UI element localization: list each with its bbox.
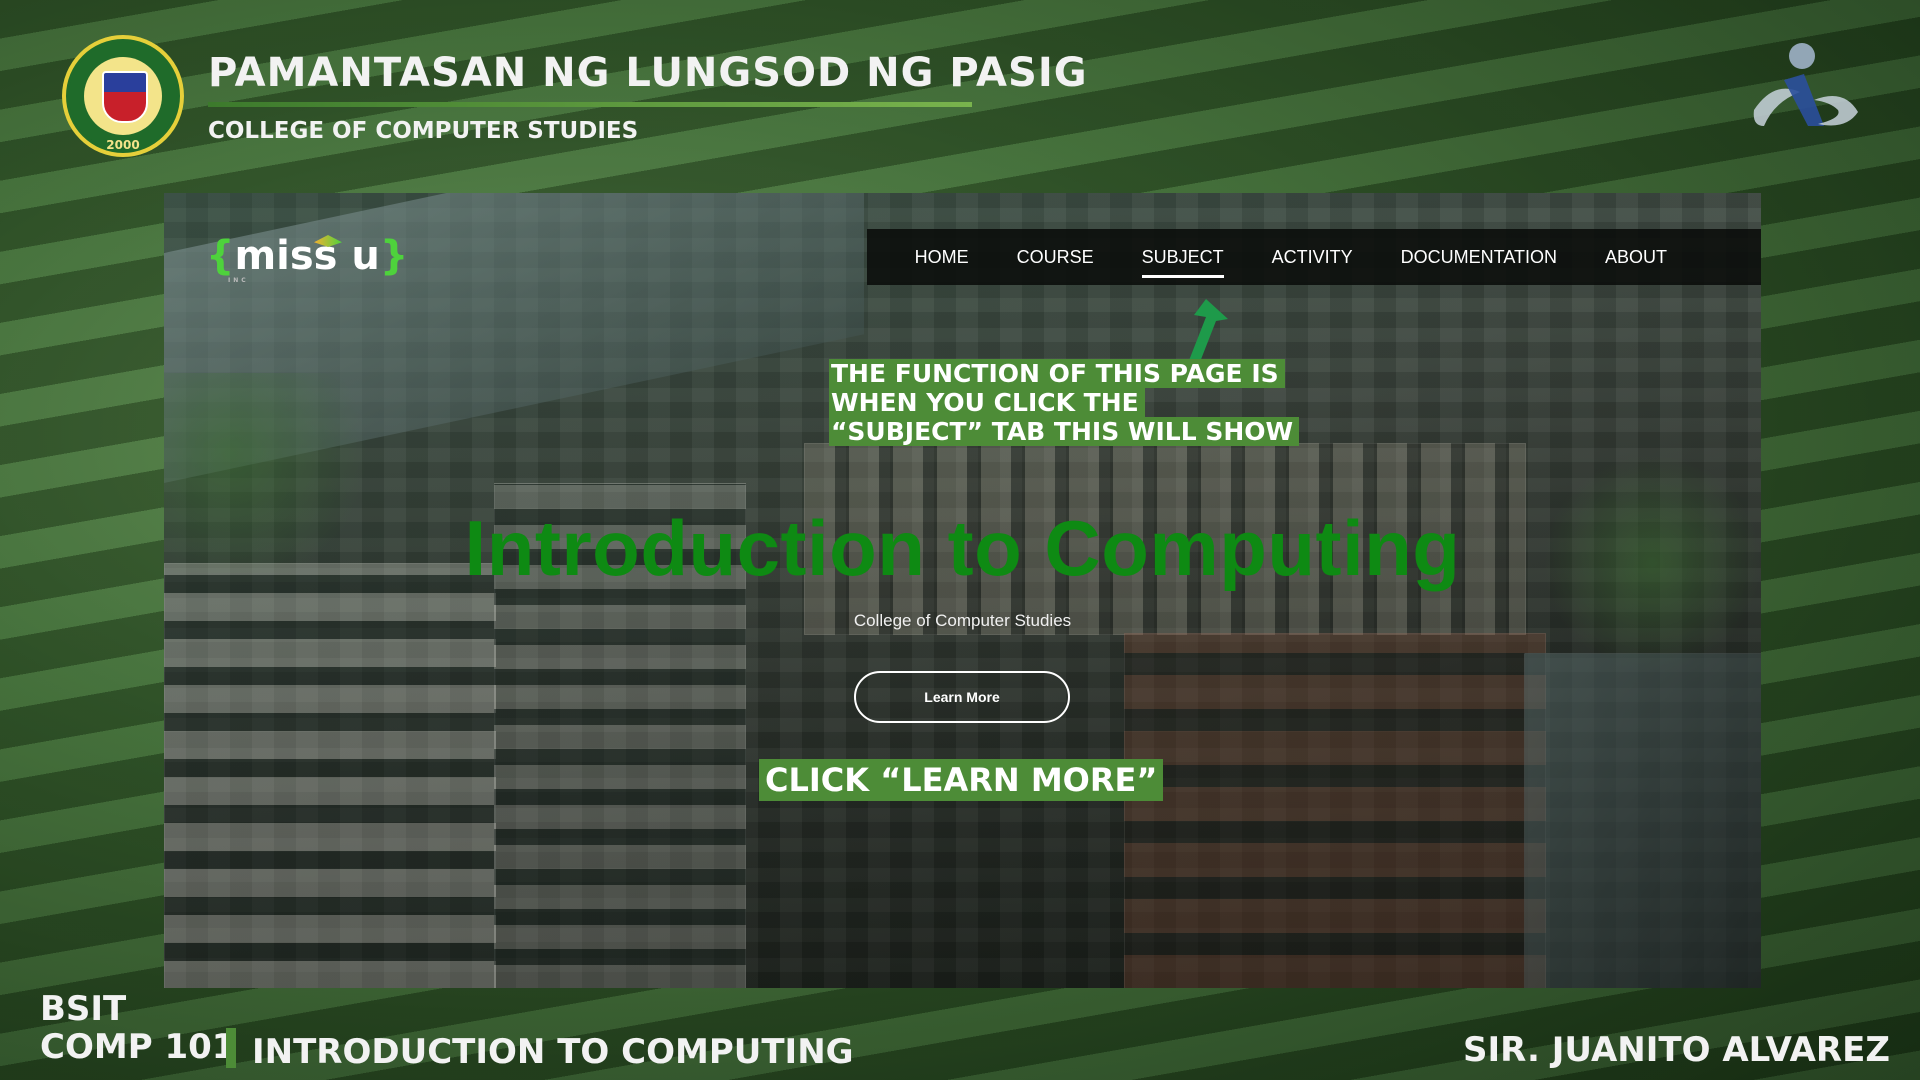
nav-about[interactable]: ABOUT	[1605, 243, 1667, 272]
nav-activity[interactable]: ACTIVITY	[1272, 243, 1353, 272]
logo-sub: INC	[228, 277, 249, 284]
university-title: PAMANTASAN NG LUNGSOD NG PASIG	[208, 50, 1088, 96]
annotation-line-3: “SUBJECT” TAB THIS WILL SHOW	[829, 417, 1300, 446]
website-screenshot: {miss u} INC HOME COURSE SUBJECT ACTIVIT…	[164, 193, 1761, 988]
building-background	[1124, 633, 1546, 988]
seal-shield	[102, 71, 148, 123]
nav-course[interactable]: COURSE	[1017, 243, 1094, 272]
logo-brace-right: }	[379, 233, 409, 279]
annotation-line-2: WHEN YOU CLICK THE	[829, 388, 1145, 417]
ccs-logo-icon	[1753, 43, 1858, 126]
site-navbar: HOME COURSE SUBJECT ACTIVITY DOCUMENTATI…	[867, 229, 1761, 285]
building-background	[1524, 653, 1761, 988]
program-name: BSIT	[40, 989, 127, 1029]
learn-more-button[interactable]: Learn More	[854, 671, 1070, 723]
course-title: INTRODUCTION TO COMPUTING	[252, 1032, 854, 1072]
instructor-name: SIR. JUANITO ALVAREZ	[1463, 1030, 1890, 1070]
logo-text: miss u	[234, 233, 380, 279]
course-code: COMP 101	[40, 1027, 236, 1067]
annotation-note: THE FUNCTION OF THIS PAGE IS WHEN YOU CL…	[829, 359, 1300, 446]
seal-year: 2000	[106, 138, 140, 152]
hero-title: Introduction to Computing	[464, 504, 1461, 592]
site-logo[interactable]: {miss u} INC	[206, 233, 408, 293]
university-seal-icon: 2000	[62, 35, 184, 157]
nav-documentation[interactable]: DOCUMENTATION	[1401, 243, 1557, 272]
college-subtitle: COLLEGE OF COMPUTER STUDIES	[208, 118, 639, 144]
nav-home[interactable]: HOME	[915, 243, 969, 272]
nav-subject[interactable]: SUBJECT	[1141, 243, 1224, 278]
annotation-line-1: THE FUNCTION OF THIS PAGE IS	[829, 359, 1285, 388]
program-info: BSIT COMP 101	[40, 990, 235, 1066]
hero-subtitle: College of Computer Studies	[853, 611, 1072, 630]
title-divider	[208, 102, 972, 107]
logo-brace-left: {	[206, 233, 235, 279]
footer-divider	[226, 1028, 236, 1068]
click-instruction: CLICK “LEARN MORE”	[759, 759, 1164, 801]
